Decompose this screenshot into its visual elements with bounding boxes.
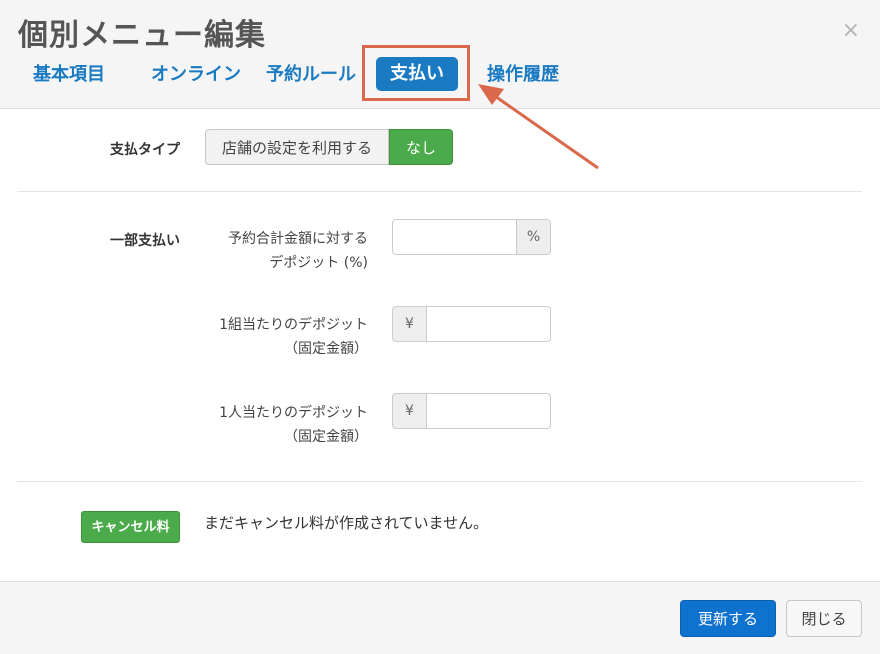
partial-payment-label: 一部支払い <box>110 233 180 249</box>
percent-addon: % <box>517 219 551 255</box>
deposit-percent-input[interactable] <box>392 219 517 255</box>
deposit-per-group-group: ¥ <box>392 306 551 342</box>
section-divider <box>17 191 862 192</box>
yen-addon: ¥ <box>392 306 426 342</box>
deposit-per-person-label-line2: （固定金額） <box>284 429 368 445</box>
tab-online[interactable]: オンライン <box>151 60 241 90</box>
deposit-per-person-label: 1人当たりのデポジット （固定金額） <box>168 401 368 449</box>
update-button[interactable]: 更新する <box>680 600 776 637</box>
deposit-per-person-label-line1: 1人当たりのデポジット <box>219 405 368 421</box>
cancel-fee-button[interactable]: キャンセル料 <box>81 511 180 543</box>
tab-operation-history[interactable]: 操作履歴 <box>487 60 559 90</box>
deposit-per-group-label: 1組当たりのデポジット （固定金額） <box>168 313 368 361</box>
cancel-fee-message: まだキャンセル料が作成されていません。 <box>204 514 489 532</box>
dialog-title: 個別メニュー編集 <box>18 18 266 53</box>
payment-type-toggle: 店舗の設定を利用する なし <box>205 129 454 165</box>
deposit-per-person-input[interactable] <box>426 393 551 429</box>
deposit-per-group-input[interactable] <box>426 306 551 342</box>
use-store-setting-option[interactable]: 店舗の設定を利用する <box>205 129 390 165</box>
deposit-percent-group: % <box>392 219 551 255</box>
tab-basic[interactable]: 基本項目 <box>33 60 105 90</box>
deposit-per-group-label-line1: 1組当たりのデポジット <box>219 317 368 333</box>
tab-reservation-rules[interactable]: 予約ルール <box>266 60 356 90</box>
none-option[interactable]: なし <box>389 129 454 165</box>
payment-type-label: 支払タイプ <box>110 142 180 158</box>
deposit-percent-label: 予約合計金額に対する デポジット (%) <box>168 227 368 275</box>
yen-addon: ¥ <box>392 393 426 429</box>
close-icon[interactable]: × <box>842 20 860 42</box>
tab-highlight-box <box>362 45 470 101</box>
deposit-percent-label-line2: デポジット (%) <box>269 255 368 271</box>
deposit-percent-label-line1: 予約合計金額に対する <box>228 231 368 247</box>
deposit-per-person-group: ¥ <box>392 393 551 429</box>
deposit-per-group-label-line2: （固定金額） <box>284 341 368 357</box>
close-button[interactable]: 閉じる <box>786 600 862 637</box>
section-divider <box>17 481 862 482</box>
